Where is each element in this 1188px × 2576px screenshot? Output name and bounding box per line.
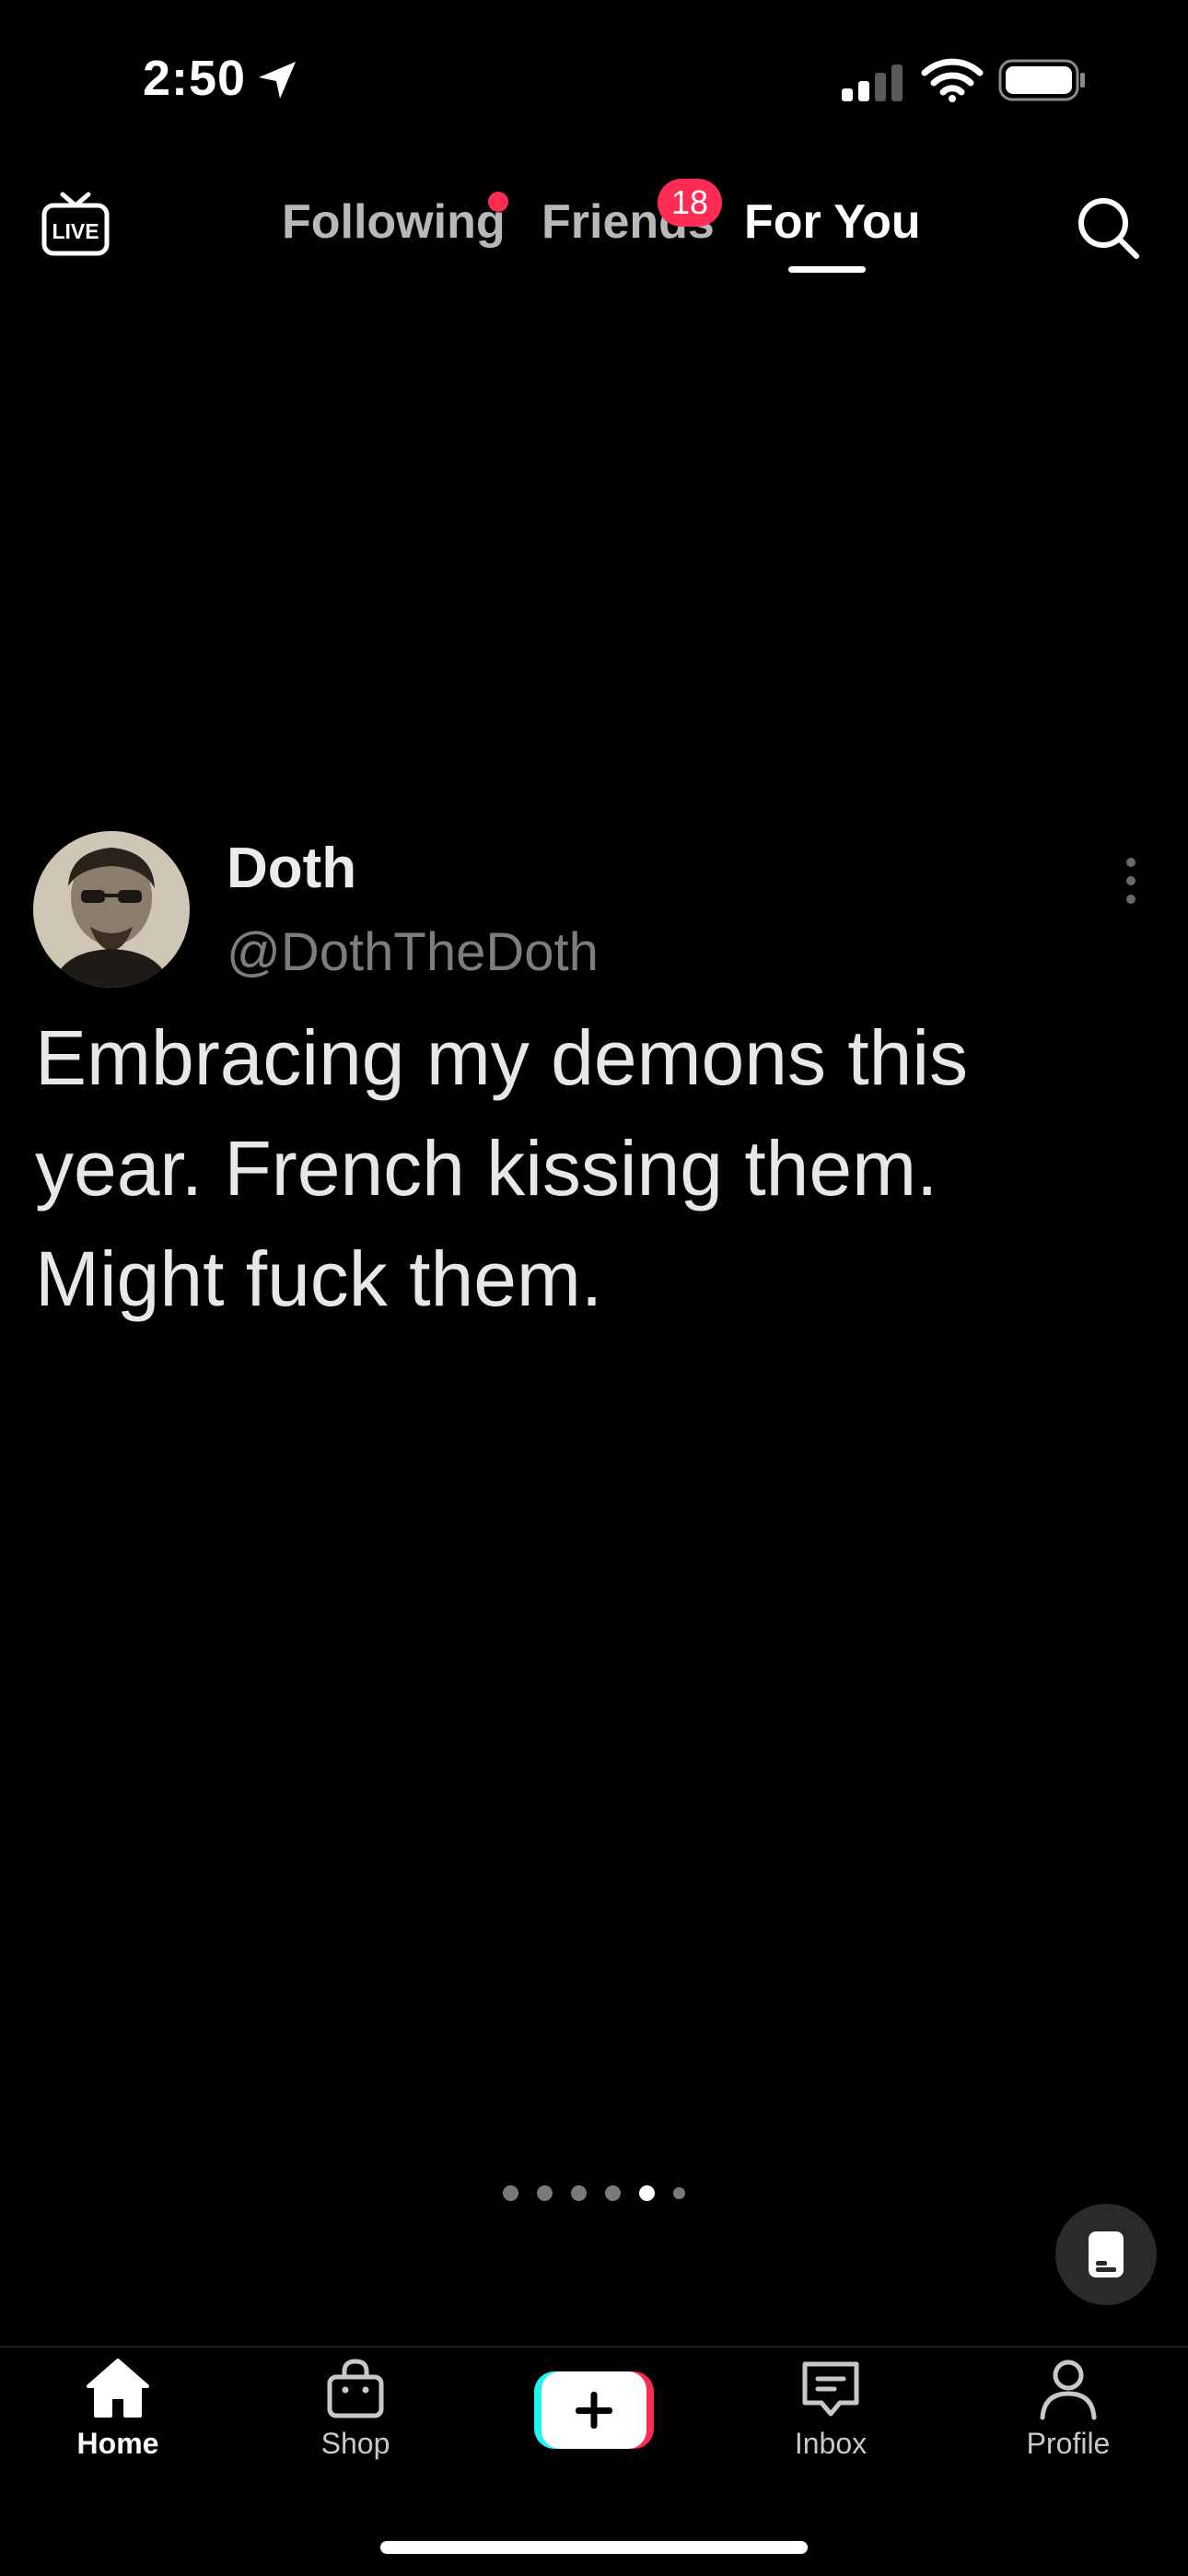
nav-home[interactable]: Home: [26, 2357, 210, 2461]
profile-person-icon: [1040, 2359, 1097, 2420]
avatar[interactable]: [33, 831, 190, 988]
location-arrow-icon: [259, 62, 296, 99]
status-time: 2:50: [143, 51, 247, 106]
carousel-dots: [0, 2185, 1188, 2201]
home-icon: [87, 2359, 149, 2418]
avatar-portrait-image: [33, 831, 190, 988]
cellular-signal-icon: [842, 64, 903, 101]
nav-inbox[interactable]: Inbox: [739, 2357, 923, 2461]
create-plus-icon: [576, 2392, 612, 2429]
carousel-dot[interactable]: [537, 2185, 553, 2201]
post-author-name: Doth: [227, 837, 357, 900]
carousel-dot[interactable]: [571, 2185, 587, 2201]
carousel-dot[interactable]: [503, 2185, 518, 2201]
captions-icon: [1089, 2231, 1124, 2277]
tab-following[interactable]: Following: [282, 190, 506, 254]
svg-text:LIVE: LIVE: [52, 219, 99, 243]
post-text: Embracing my demons this year. French ki…: [35, 1014, 969, 1322]
home-indicator[interactable]: [380, 2541, 808, 2554]
wifi-icon: [921, 58, 984, 102]
nav-profile-label: Profile: [1026, 2427, 1111, 2460]
shopping-bag-icon: [327, 2359, 384, 2418]
more-options-icon[interactable]: [1122, 855, 1140, 907]
create-post-button[interactable]: [534, 2371, 654, 2449]
tab-for-you[interactable]: For You: [744, 190, 921, 254]
post-author-handle: @DothTheDoth: [227, 922, 599, 982]
carousel-dot-active[interactable]: [639, 2185, 655, 2201]
nav-home-label: Home: [76, 2427, 159, 2460]
nav-inbox-label: Inbox: [794, 2427, 868, 2460]
carousel-dot[interactable]: [673, 2187, 685, 2199]
captions-button[interactable]: [1055, 2204, 1157, 2305]
battery-icon: [998, 59, 1085, 101]
nav-shop-label: Shop: [320, 2427, 390, 2460]
friends-count-badge: 18: [658, 179, 722, 227]
active-tab-indicator: [788, 266, 866, 273]
nav-profile[interactable]: Profile: [976, 2357, 1160, 2461]
search-icon[interactable]: [1074, 193, 1142, 262]
live-tv-icon[interactable]: LIVE: [41, 189, 111, 259]
following-notification-dot: [488, 192, 508, 212]
nav-shop[interactable]: Shop: [263, 2357, 448, 2461]
carousel-dot[interactable]: [605, 2185, 621, 2201]
bottom-nav-divider: [0, 2346, 1188, 2348]
inbox-message-icon: [802, 2361, 859, 2417]
